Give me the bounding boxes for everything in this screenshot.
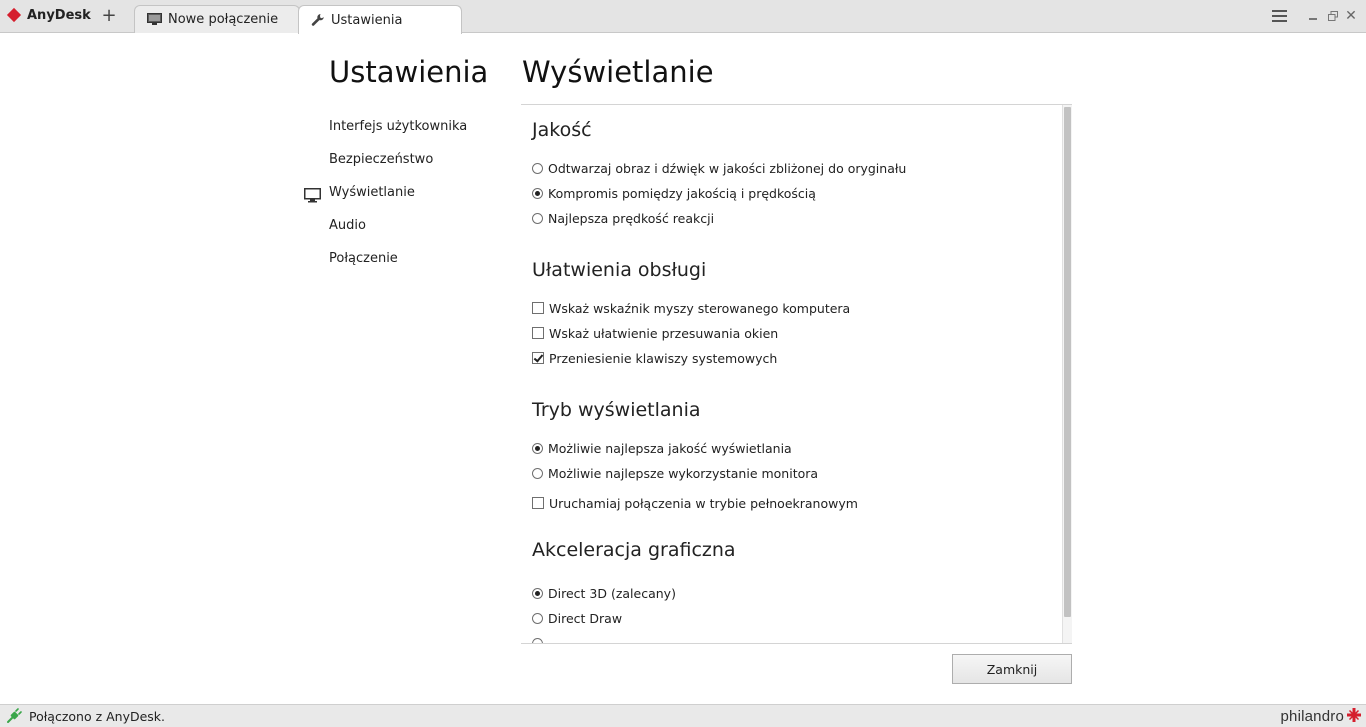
checkbox[interactable] — [532, 327, 544, 339]
option-label: Możliwie najlepsza jakość wyświetlania — [548, 440, 792, 456]
radio-direct-draw[interactable]: Direct Draw — [532, 609, 622, 627]
hamburger-icon[interactable] — [1270, 6, 1288, 26]
radio-button[interactable] — [532, 442, 543, 454]
app-name: AnyDesk — [27, 7, 91, 23]
checkbox-window-move-helper[interactable]: Wskaż ułatwienie przesuwania okien — [532, 324, 778, 342]
title-bar: AnyDesk + Nowe połączenie Ustawienia ✕ — [0, 0, 1366, 34]
option-label: Możliwie najlepsze wykorzystanie monitor… — [548, 465, 819, 481]
close-icon[interactable]: ✕ — [1344, 6, 1358, 26]
checkbox[interactable] — [532, 302, 544, 314]
nav-item-label: Interfejs użytkownika — [329, 119, 468, 134]
option-label: Direct Draw — [548, 610, 623, 626]
nav-item-label: Wyświetlanie — [329, 185, 415, 200]
philandro-logo-icon — [1346, 707, 1362, 726]
monitor-icon — [147, 13, 162, 26]
checkbox[interactable] — [532, 352, 544, 364]
radio-quality-balanced[interactable]: Kompromis pomiędzy jakością i prędkością — [532, 184, 816, 202]
checkbox-transfer-system-keys[interactable]: Przeniesienie klawiszy systemowych — [532, 349, 777, 367]
nav-item-connection[interactable]: Połączenie — [304, 244, 467, 277]
section-title-display-mode: Tryb wyświetlania — [532, 399, 701, 421]
option-label: Direct 3D (zalecany) — [548, 585, 676, 601]
vertical-scrollbar[interactable] — [1062, 105, 1072, 643]
wrench-icon — [311, 13, 325, 27]
settings-title: Ustawienia — [329, 55, 489, 89]
page-title: Wyświetlanie — [522, 55, 714, 89]
section-title-quality: Jakość — [532, 119, 592, 141]
radio-direct-3d[interactable]: Direct 3D (zalecany) — [532, 584, 676, 602]
radio-button[interactable] — [532, 162, 543, 174]
section-title-accessibility: Ułatwienia obsługi — [532, 259, 707, 281]
vendor-logo: philandro — [1280, 707, 1362, 726]
checkbox[interactable] — [532, 497, 544, 509]
nav-item-display[interactable]: Wyświetlanie — [304, 178, 467, 211]
radio-best-monitor-usage[interactable]: Możliwie najlepsze wykorzystanie monitor… — [532, 464, 818, 482]
radio-button[interactable] — [532, 587, 543, 599]
status-bar: Połączono z AnyDesk. philandro — [0, 704, 1366, 727]
radio-button[interactable] — [532, 637, 543, 643]
tab-label: Ustawienia — [331, 12, 403, 28]
tab-label: Nowe połączenie — [168, 12, 279, 27]
plug-connected-icon — [6, 708, 22, 727]
option-label: Najlepsza prędkość reakcji — [548, 210, 715, 226]
scrollbar-thumb[interactable] — [1064, 107, 1071, 617]
option-label: Uruchamiaj połączenia w trybie pełnoekra… — [549, 495, 858, 511]
app-brand[interactable]: AnyDesk — [6, 5, 91, 25]
nav-item-label: Bezpieczeństwo — [329, 152, 434, 167]
checkbox-show-remote-cursor[interactable]: Wskaż wskaźnik myszy sterowanego kompute… — [532, 299, 850, 317]
option-label: Przeniesienie klawiszy systemowych — [549, 350, 778, 366]
nav-item-audio[interactable]: Audio — [304, 211, 467, 244]
section-title-graphics-acceleration: Akceleracja graficzna — [532, 539, 736, 561]
option-label: Wskaż ułatwienie przesuwania okien — [549, 325, 779, 341]
radio-button[interactable] — [532, 212, 543, 224]
new-tab-button[interactable]: + — [100, 4, 118, 28]
nav-item-label: Połączenie — [329, 251, 398, 266]
anydesk-logo-icon — [6, 7, 22, 23]
radio-button[interactable] — [532, 187, 543, 199]
restore-icon[interactable] — [1326, 6, 1340, 26]
checkbox-start-fullscreen[interactable]: Uruchamiaj połączenia w trybie pełnoekra… — [532, 494, 858, 512]
radio-best-display-quality[interactable]: Możliwie najlepsza jakość wyświetlania — [532, 439, 792, 457]
option-label: Kompromis pomiędzy jakością i prędkością — [548, 185, 816, 201]
radio-quality-original[interactable]: Odtwarzaj obraz i dźwięk w jakości zbliż… — [532, 159, 906, 177]
tab-new-connection[interactable]: Nowe połączenie — [134, 5, 300, 33]
radio-quality-speed[interactable]: Najlepsza prędkość reakcji — [532, 209, 714, 227]
option-label: Odtwarzaj obraz i dźwięk w jakości zbliż… — [548, 160, 907, 176]
radio-button[interactable] — [532, 467, 543, 479]
radio-clipped-option[interactable] — [532, 634, 548, 643]
vendor-name: philandro — [1280, 708, 1344, 725]
status-text: Połączono z AnyDesk. — [29, 709, 166, 724]
tab-settings[interactable]: Ustawienia — [298, 5, 462, 34]
option-label: Wskaż wskaźnik myszy sterowanego kompute… — [549, 300, 851, 316]
settings-nav: Interfejs użytkownika Bezpieczeństwo Wyś… — [304, 112, 467, 277]
radio-button[interactable] — [532, 612, 543, 624]
close-button[interactable]: Zamknij — [952, 654, 1072, 684]
nav-item-user-interface[interactable]: Interfejs użytkownika — [304, 112, 467, 145]
settings-panel: Jakość Odtwarzaj obraz i dźwięk w jakośc… — [521, 104, 1072, 644]
minimize-icon[interactable] — [1306, 6, 1320, 26]
nav-item-label: Audio — [329, 218, 366, 233]
nav-item-security[interactable]: Bezpieczeństwo — [304, 145, 467, 178]
